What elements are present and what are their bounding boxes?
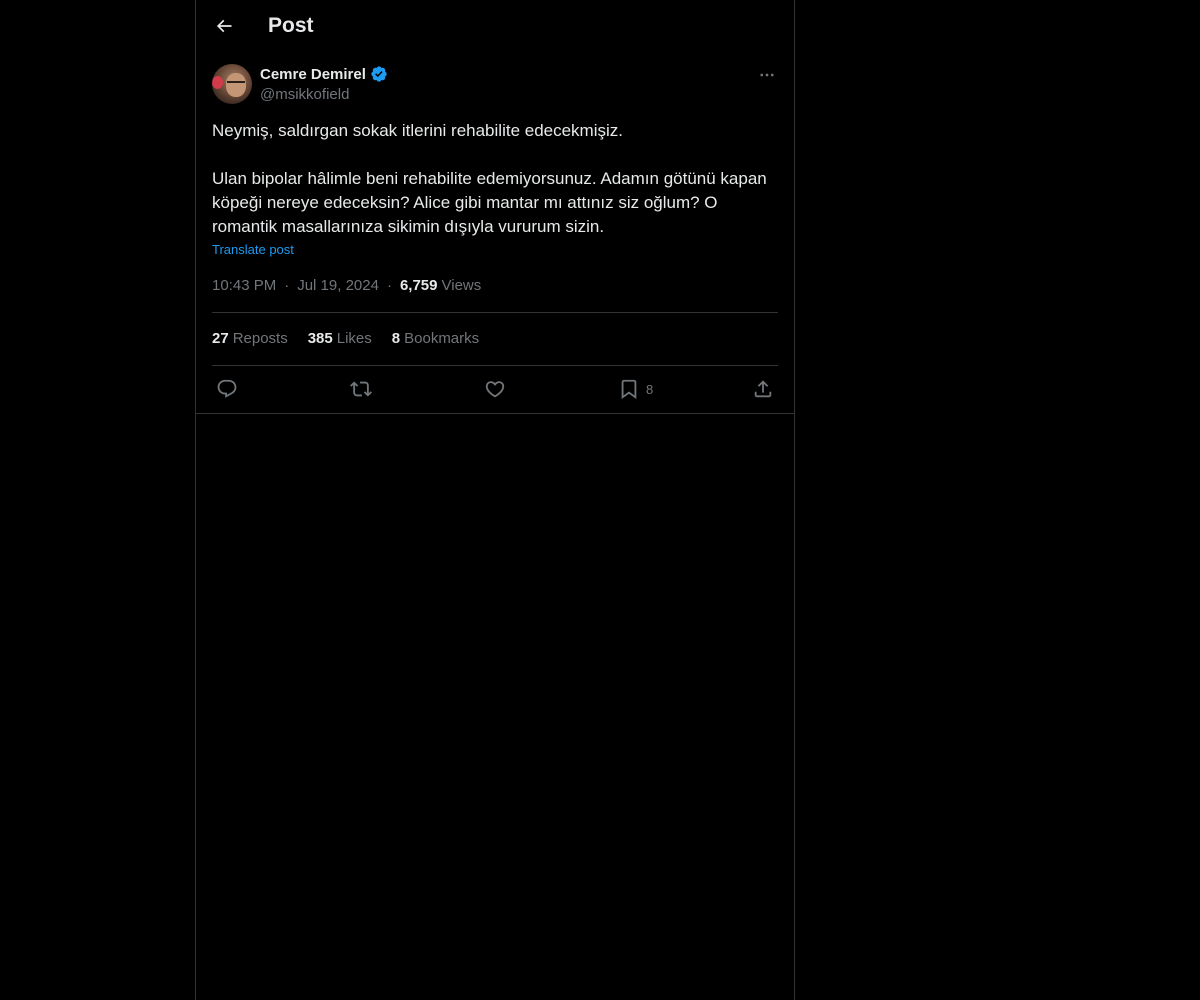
- engagement-stats: 27 Reposts 385 Likes 8 Bookmarks: [212, 330, 479, 347]
- post-time[interactable]: 10:43 PM: [212, 277, 276, 294]
- share-button[interactable]: [752, 378, 774, 400]
- bookmark-count: 8: [646, 381, 654, 397]
- translate-post-link[interactable]: Translate post: [212, 242, 294, 257]
- verified-badge-icon: [370, 65, 388, 83]
- post-paragraph: Neymiş, saldırgan sokak itlerini rehabil…: [212, 121, 623, 140]
- bookmark-button[interactable]: 8: [618, 378, 653, 400]
- more-options-button[interactable]: [756, 64, 778, 86]
- post-date[interactable]: Jul 19, 2024: [297, 277, 379, 294]
- action-bar: 8: [196, 366, 794, 413]
- views-count: 6,759: [399, 277, 438, 294]
- post-author: Cemre Demirel @msikkofield: [212, 64, 778, 108]
- display-name[interactable]: Cemre Demirel: [260, 66, 366, 83]
- heart-icon: [484, 378, 506, 400]
- reply-icon: [216, 378, 238, 400]
- divider: [196, 413, 794, 414]
- like-button[interactable]: [484, 378, 506, 400]
- separator-dot: ·: [284, 277, 290, 294]
- share-icon: [752, 378, 774, 400]
- divider: [212, 312, 778, 313]
- display-name-row: Cemre Demirel: [260, 65, 388, 83]
- likes-stat[interactable]: 385 Likes: [308, 330, 372, 347]
- page-header: Post: [196, 0, 794, 53]
- repost-icon: [350, 378, 372, 400]
- page-title: Post: [268, 14, 314, 37]
- post-text: Neymiş, saldırgan sokak itlerini rehabil…: [212, 119, 778, 239]
- arrow-left-icon: [214, 16, 234, 36]
- views-label: Views: [441, 277, 482, 294]
- back-button[interactable]: [209, 11, 239, 41]
- bookmarks-stat[interactable]: 8 Bookmarks: [392, 330, 479, 347]
- repost-button[interactable]: [350, 378, 372, 400]
- separator-dot: ·: [386, 277, 392, 294]
- bookmark-icon: [618, 378, 640, 400]
- post-paragraph: Ulan bipolar hâlimle beni rehabilite ede…: [212, 169, 767, 236]
- reposts-stat[interactable]: 27 Reposts: [212, 330, 288, 347]
- more-dots-icon: [758, 66, 776, 84]
- author-handle[interactable]: @msikkofield: [260, 86, 349, 103]
- post-meta: 10:43 PM · Jul 19, 2024 · 6,759 Views: [212, 277, 481, 294]
- reply-button[interactable]: [216, 378, 238, 400]
- post-column: Post Cemre Demirel @msikkofield Neymiş, …: [195, 0, 795, 1000]
- avatar[interactable]: [212, 64, 252, 104]
